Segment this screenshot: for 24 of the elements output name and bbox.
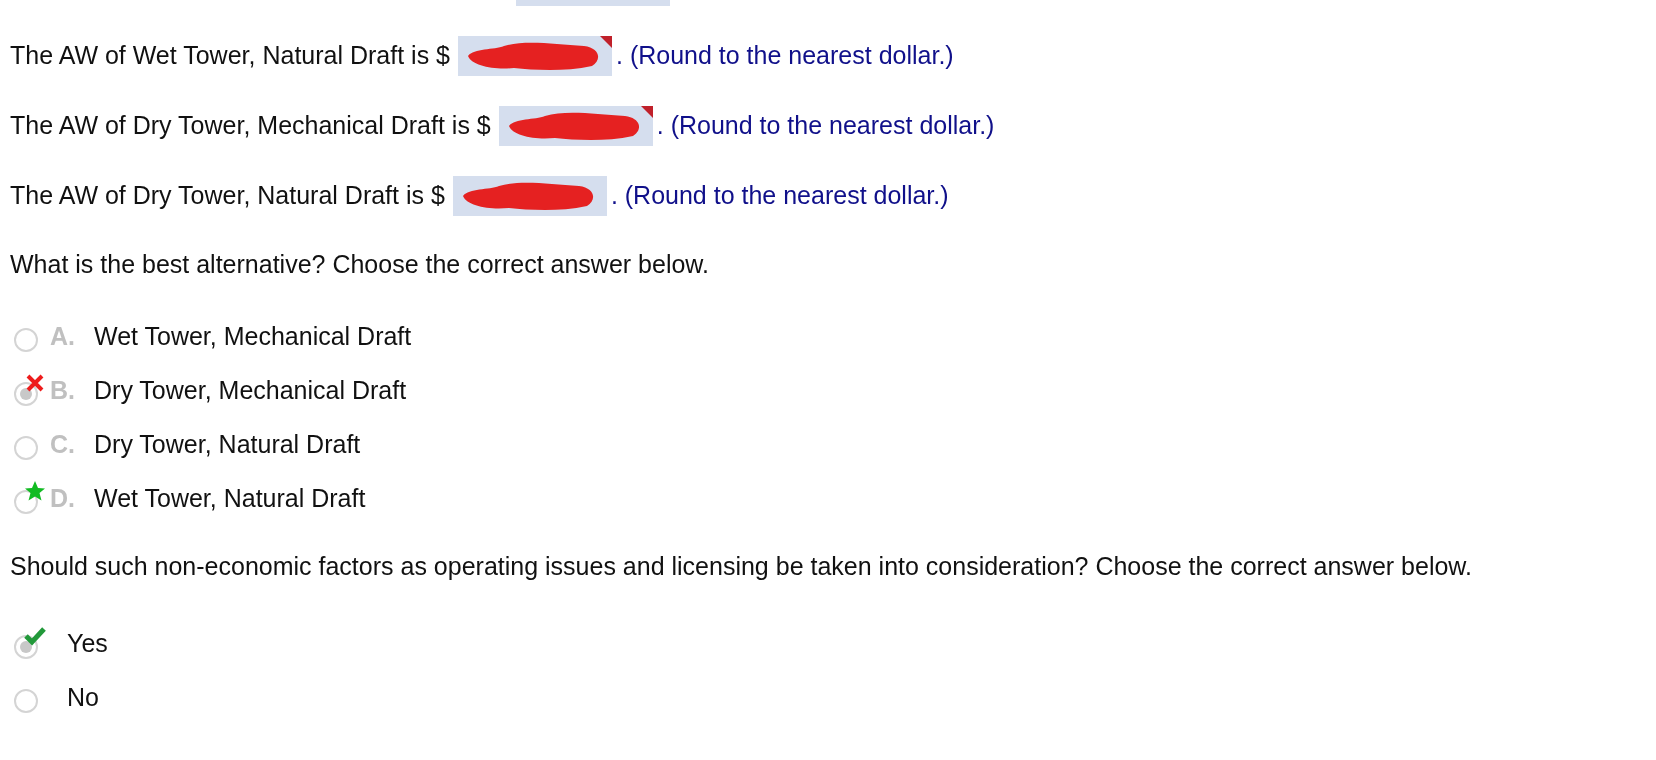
prompt-text: The AW of Dry Tower, Natural Draft is $ (10, 180, 445, 212)
input-field[interactable] (516, 0, 670, 6)
prompt-text: The AW of Dry Tower, Mechanical Draft is $ (10, 110, 491, 142)
option-text: No (67, 682, 99, 714)
hint-text: . (Round to the nearest dollar.) (610, 180, 949, 212)
prompt-text: The AW of Wet Tower, Natural Draft is $ (10, 40, 450, 72)
answer-field[interactable] (458, 36, 612, 76)
answer-field[interactable] (498, 106, 653, 146)
option-letter: C. (50, 428, 76, 460)
question-text: What is the best alternative? Choose the correct answer below. (10, 249, 710, 280)
option-text: Dry Tower, Natural Draft (94, 428, 361, 460)
option-letter: D. (50, 482, 76, 514)
option-text: Dry Tower, Mechanical Draft (94, 374, 407, 406)
option-text: Wet Tower, Natural Draft (94, 482, 366, 514)
answer-field[interactable] (452, 176, 607, 216)
star-icon (24, 479, 46, 502)
option-text: Wet Tower, Mechanical Draft (94, 320, 412, 352)
option-letter: A. (50, 320, 76, 352)
option-text: Yes (67, 628, 108, 660)
hint-text: . (Round to the nearest dollar.) (656, 110, 995, 142)
option-letter: B. (50, 374, 76, 406)
hint-text: . (Round to the nearest dollar.) (616, 40, 954, 72)
question-text: Should such non-economic factors as operating issues and licensing be taken into consideration? Choose the correct answer below. (10, 550, 1473, 582)
check-icon (24, 625, 46, 647)
